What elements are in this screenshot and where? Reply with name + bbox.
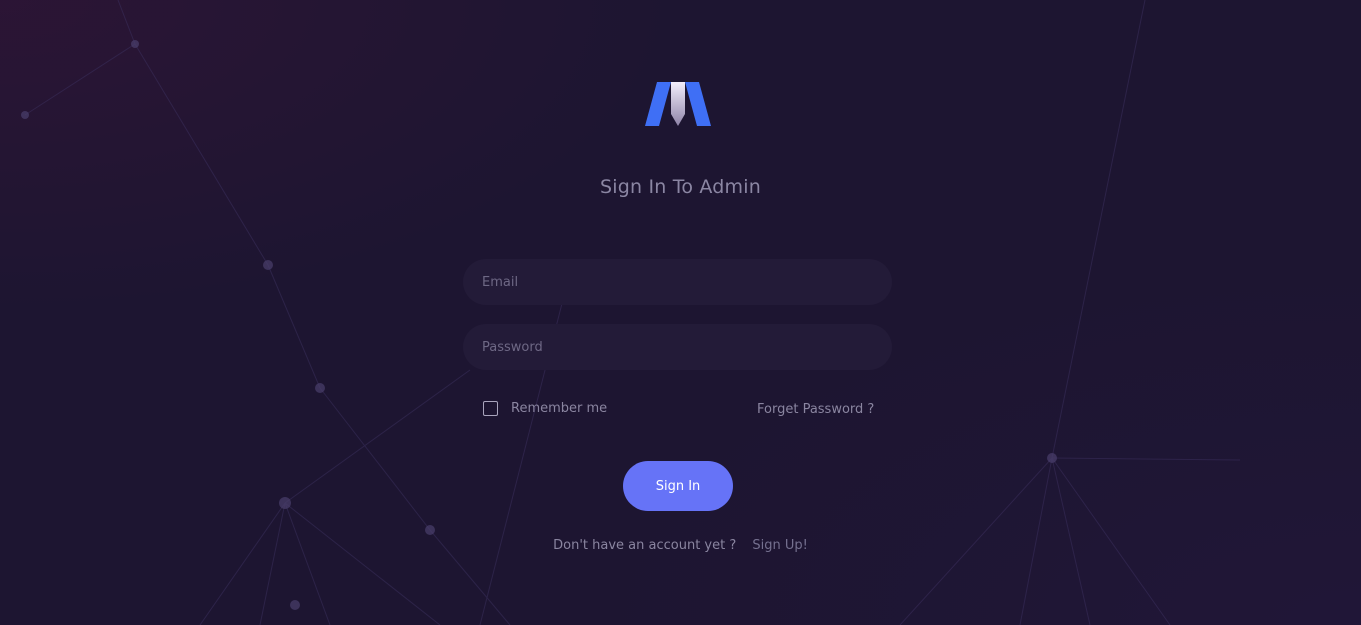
sign-up-link[interactable]: Sign Up! [752, 538, 807, 553]
forgot-password-link[interactable]: Forget Password ? [757, 402, 874, 417]
sign-in-button[interactable]: Sign In [623, 461, 733, 511]
checkbox-icon[interactable] [483, 401, 498, 416]
remember-me-toggle[interactable]: Remember me [483, 401, 607, 416]
brand-logo-icon [645, 82, 711, 126]
password-field[interactable] [463, 324, 892, 370]
no-account-text: Don't have an account yet ? [553, 538, 737, 553]
login-page: Sign In To Admin Remember me Forget Pass… [0, 0, 1361, 625]
page-title: Sign In To Admin [600, 176, 761, 198]
email-field[interactable] [463, 259, 892, 305]
remember-me-label: Remember me [511, 401, 608, 416]
signup-prompt: Don't have an account yet ? Sign Up! [0, 538, 1361, 553]
